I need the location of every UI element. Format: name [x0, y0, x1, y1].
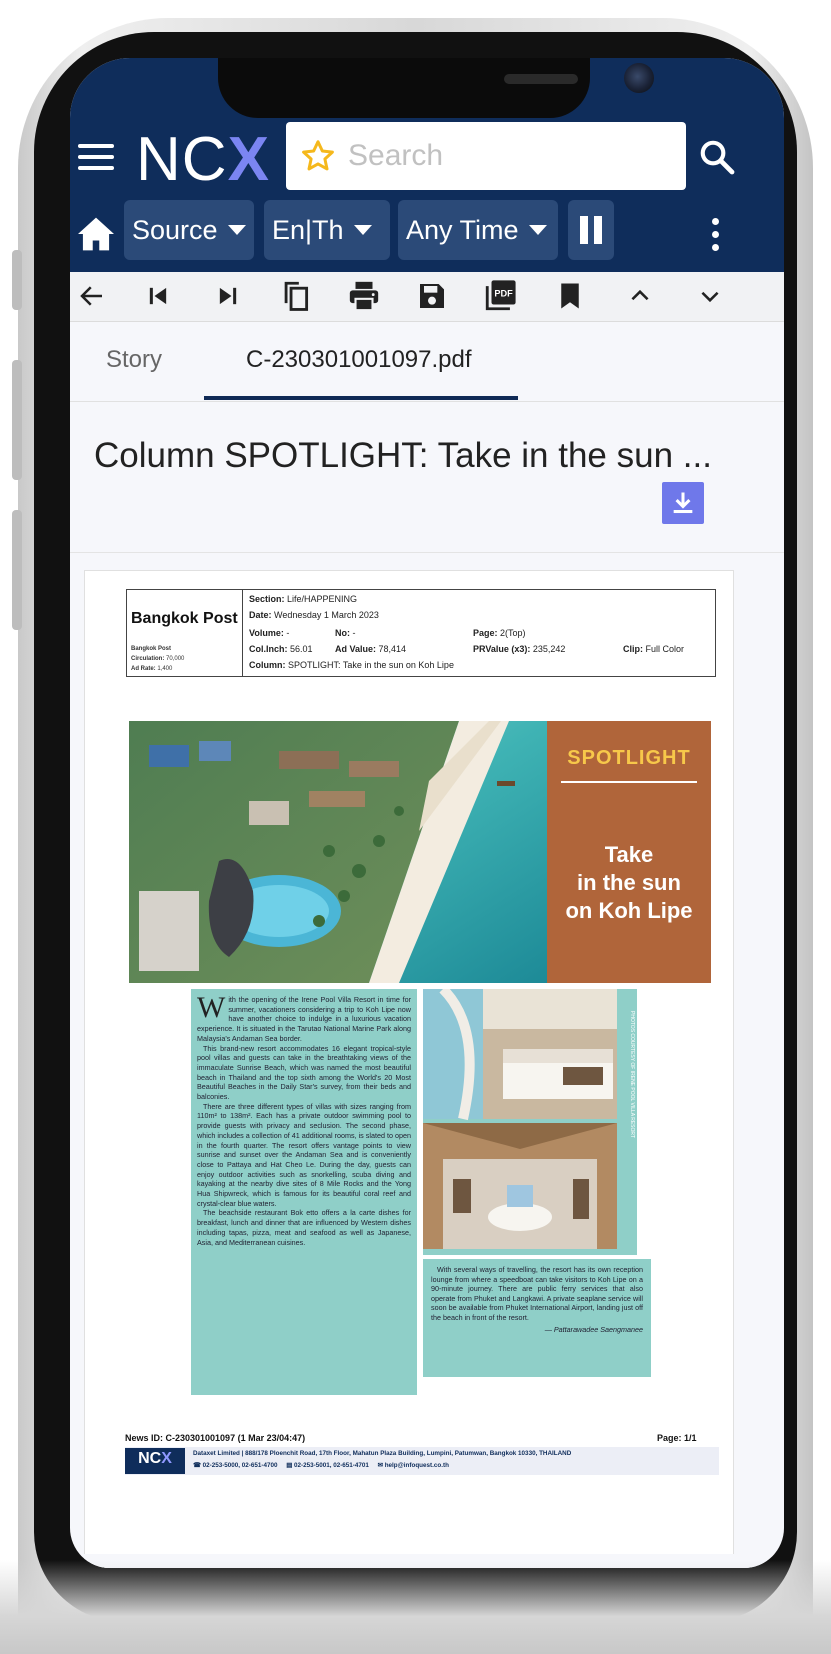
photo-credit: PHOTOS COURTESY OF IRENE POOL VILLA RESO… [629, 1011, 635, 1138]
volume-field: Volume: - [249, 628, 290, 638]
circulation: Circulation: 70,000 [131, 656, 185, 662]
clipping-info-table: Bangkok Post Bangkok Post Circulation: 7… [126, 589, 716, 677]
filter-bar: Source En|Th Any Time [70, 200, 784, 264]
footer-contacts: ☎ 02-253-5000, 02-651-4700 ▤ 02-253-5001… [193, 1462, 449, 1469]
spotlight-kicker: SPOTLIGHT [567, 747, 691, 769]
fax-number: 02-253-5001, 02-651-4701 [293, 1462, 369, 1469]
pdf-page-view[interactable]: Bangkok Post Bangkok Post Circulation: 7… [84, 570, 734, 1568]
clip-field: Clip: Full Color [623, 644, 685, 654]
front-camera [624, 63, 654, 93]
article-para-2: This brand-new resort accommodates 16 el… [197, 1043, 411, 1102]
prvalue-field: PRValue (x3): 235,242 [473, 644, 566, 654]
last-page-icon[interactable] [206, 274, 250, 318]
article-para-4: The beachside restaurant Bok etto offers… [197, 1208, 411, 1247]
column-field: Column: SPOTLIGHT: Take in the sun on Ko… [249, 660, 454, 670]
phone-number: 02-253-5000, 02-651-4700 [202, 1462, 278, 1469]
byline: — Pattarawadee Saengmanee [544, 1324, 643, 1334]
article-para-3: There are three different types of villa… [197, 1101, 411, 1208]
pause-icon[interactable] [568, 200, 614, 260]
paper-name-small: Bangkok Post [131, 646, 172, 652]
section-field: Section: Life/HAPPENING [249, 594, 358, 604]
search-box[interactable] [286, 122, 686, 190]
resort-aerial-photo [129, 721, 547, 983]
tab-story[interactable]: Story [106, 346, 162, 374]
email-icon: ✉ [377, 1462, 383, 1469]
logo-text: NC [136, 125, 228, 194]
footer-ncx-logo: NCX [125, 1448, 185, 1474]
phone-icon: ☎ [193, 1462, 201, 1469]
article-headline: Take in the sun on Koh Lipe [565, 842, 693, 923]
speaker-grille [504, 74, 578, 84]
article-body: With the opening of the Irene Pool Villa… [191, 989, 417, 1395]
ncx-logo[interactable]: NCX [136, 124, 270, 195]
paper-logo-cell: Bangkok Post Bangkok Post Circulation: 7… [127, 590, 243, 676]
download-icon [673, 492, 693, 514]
phone-screen: NCX Source En|Th Any Time [70, 58, 784, 1568]
chevron-down-icon [227, 225, 246, 235]
source-filter-dropdown[interactable]: Source [124, 200, 254, 260]
pdf-icon-text: PDF [494, 288, 513, 298]
first-page-icon[interactable] [136, 274, 180, 318]
document-toolbar: PDF [70, 272, 784, 322]
chevron-down-icon [528, 225, 547, 235]
colinch-field: Col.Inch: 56.01 [249, 644, 313, 654]
ad-value-field: Ad Value: 78,414 [335, 644, 407, 654]
ad-rate: Ad Rate: 1,400 [131, 666, 173, 672]
time-filter-dropdown[interactable]: Any Time [398, 200, 558, 260]
tab-bar: Story C-230301001097.pdf [70, 324, 784, 402]
tab-pdf[interactable]: C-230301001097.pdf [246, 346, 472, 374]
volume-up-button [12, 360, 22, 480]
page-field: Page: 2(Top) [473, 628, 526, 638]
document-title: Column SPOTLIGHT: Take in the sun ... [94, 436, 712, 475]
home-icon[interactable] [76, 216, 116, 252]
divider [70, 552, 784, 553]
logo-x: X [227, 125, 270, 194]
search-input[interactable] [348, 139, 668, 173]
volume-down-button [12, 510, 22, 630]
search-icon[interactable] [698, 138, 736, 176]
number-field: No: - [335, 628, 356, 638]
chevron-up-icon[interactable] [618, 274, 662, 318]
menu-icon[interactable] [78, 144, 114, 170]
chevron-down-icon [353, 225, 372, 235]
paper-name: Bangkok Post [131, 610, 238, 627]
active-tab-indicator [204, 396, 518, 400]
language-filter-label: En|Th [272, 214, 344, 245]
sidebar-text: With several ways of travelling, the res… [431, 1265, 643, 1322]
phone-notch [218, 58, 654, 118]
star-icon[interactable] [300, 138, 336, 174]
chevron-down-icon[interactable] [688, 274, 732, 318]
download-button[interactable] [662, 482, 704, 524]
email-address[interactable]: help@infoquest.co.th [385, 1462, 449, 1469]
pdf-icon[interactable]: PDF [478, 274, 522, 318]
time-filter-label: Any Time [406, 214, 519, 245]
article-para-1: ith the opening of the Irene Pool Villa … [197, 995, 411, 1043]
save-icon[interactable] [410, 274, 454, 318]
copy-icon[interactable] [274, 274, 318, 318]
date-field: Date: Wednesday 1 March 2023 [249, 610, 379, 620]
fax-icon: ▤ [286, 1462, 293, 1469]
spotlight-rule [561, 781, 697, 783]
company-address: Dataxet Limited | 888/178 Ploenchit Road… [193, 1450, 572, 1457]
resort-photos [423, 985, 637, 1255]
bookmark-icon[interactable] [548, 274, 592, 318]
source-filter-label: Source [132, 214, 218, 245]
more-options-icon[interactable] [712, 218, 722, 254]
phone-bottom-shadow [0, 1560, 831, 1654]
drop-cap: W [197, 991, 226, 1024]
language-filter-dropdown[interactable]: En|Th [264, 200, 390, 260]
spotlight-panel: SPOTLIGHT Take in the sun on Koh Lipe [547, 721, 711, 983]
page-number: Page: 1/1 [657, 1433, 697, 1443]
back-arrow-icon[interactable] [70, 274, 114, 318]
mute-switch [12, 250, 22, 310]
print-icon[interactable] [342, 274, 386, 318]
news-id: News ID: C-230301001097 (1 Mar 23/04:47) [125, 1433, 306, 1443]
article-sidebar: With several ways of travelling, the res… [423, 1259, 651, 1377]
app-header: NCX Source En|Th Any Time [70, 58, 784, 290]
